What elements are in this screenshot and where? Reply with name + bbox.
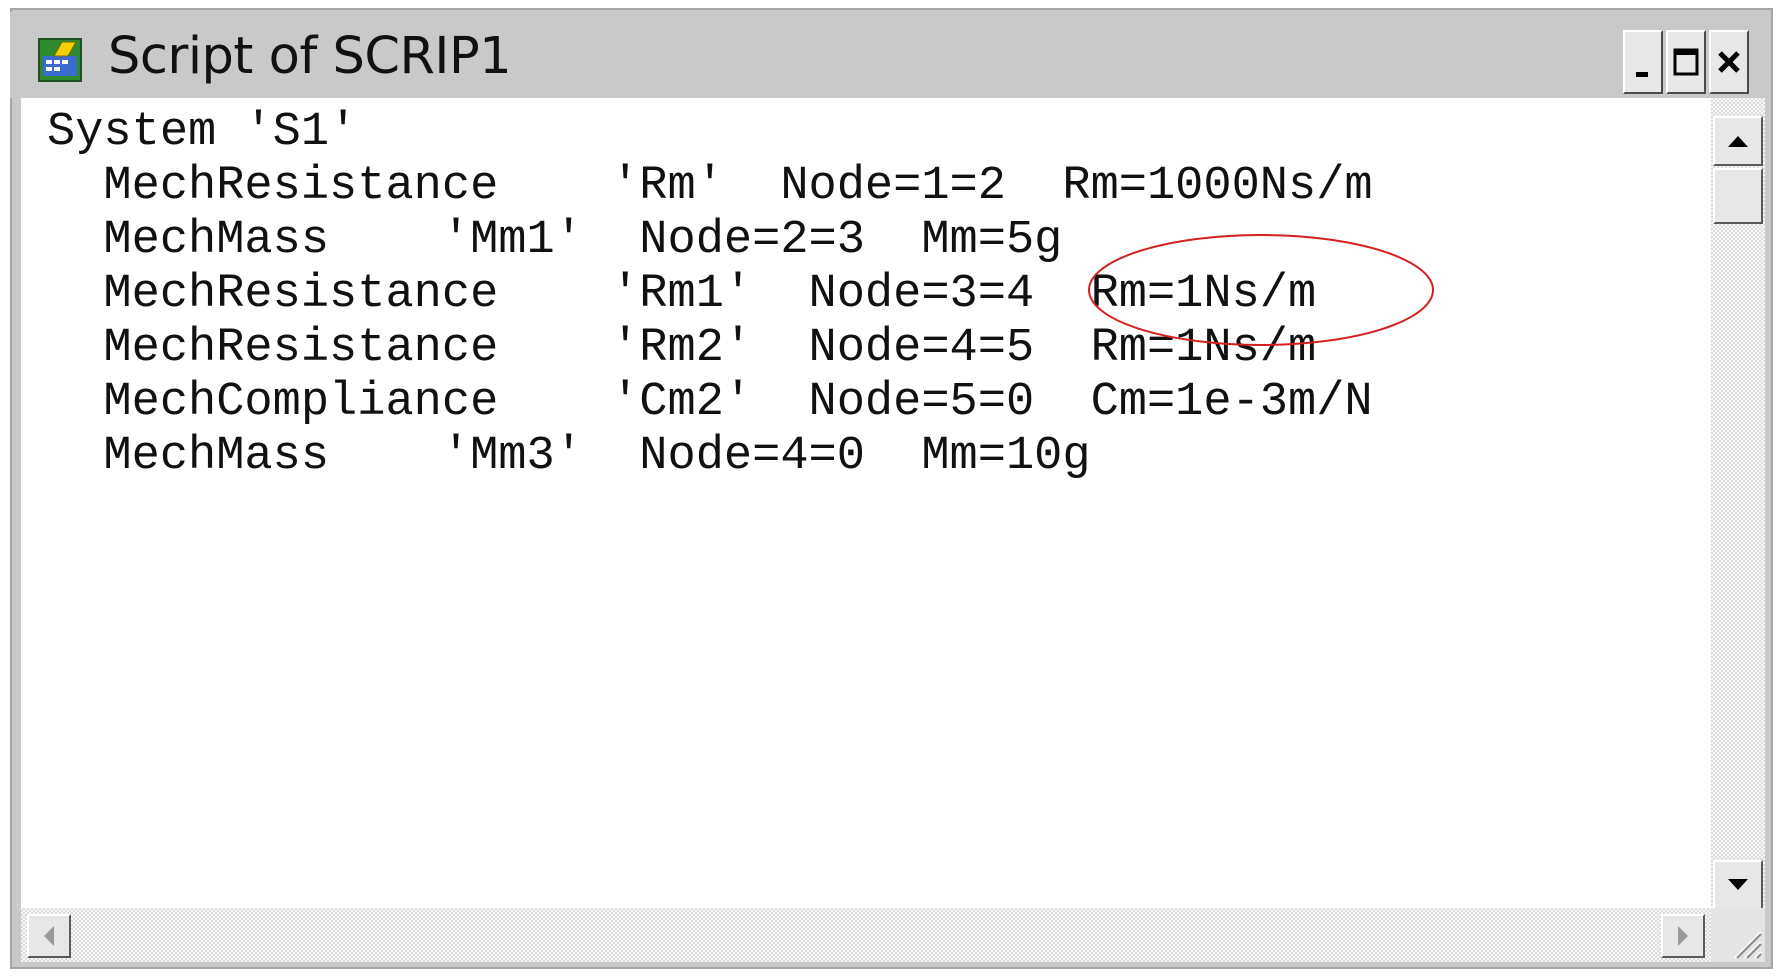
arrow-right-icon (1678, 926, 1688, 946)
script-line: MechMass 'Mm3' Node=4=0 Mm=10g (47, 430, 1091, 483)
arrow-up-icon (1728, 136, 1748, 147)
minimize-button[interactable] (1623, 30, 1663, 94)
size-grip[interactable] (1711, 908, 1765, 962)
script-line: MechResistance 'Rm1' Node=3=4 Rm=1Ns/m (47, 268, 1317, 321)
arrow-down-icon (1728, 879, 1748, 890)
script-line: MechResistance 'Rm2' Node=4=5 Rm=1Ns/m (47, 322, 1317, 375)
script-text-area[interactable]: System 'S1' MechResistance 'Rm' Node=1=2… (21, 98, 1711, 908)
script-content: System 'S1' MechResistance 'Rm' Node=1=2… (47, 106, 1373, 484)
maximize-button[interactable] (1666, 30, 1706, 94)
script-editor-app-icon (38, 38, 82, 82)
script-line: MechCompliance 'Cm2' Node=5=0 Cm=1e-3m/N (47, 376, 1373, 429)
horizontal-scrollbar[interactable] (21, 908, 1711, 962)
scroll-left-button[interactable] (27, 914, 71, 958)
close-icon (1718, 51, 1740, 73)
maximize-icon (1673, 48, 1699, 76)
title-bar[interactable]: Script of SCRIP1 (10, 12, 1755, 98)
scroll-right-button[interactable] (1661, 914, 1705, 958)
scroll-up-button[interactable] (1713, 116, 1763, 166)
script-line: System 'S1' (47, 106, 358, 159)
script-line: MechResistance 'Rm' Node=1=2 Rm=1000Ns/m (47, 160, 1373, 213)
arrow-left-icon (44, 926, 54, 946)
window-title: Script of SCRIP1 (108, 27, 512, 86)
close-button[interactable] (1709, 30, 1749, 94)
scroll-down-button[interactable] (1713, 860, 1763, 910)
vertical-scrollbar[interactable] (1711, 98, 1765, 910)
minimize-icon (1636, 72, 1648, 77)
script-line: MechMass 'Mm1' Node=2=3 Mm=5g (47, 214, 1063, 267)
vertical-scroll-thumb[interactable] (1713, 168, 1763, 224)
size-grip-icon (1734, 931, 1762, 959)
